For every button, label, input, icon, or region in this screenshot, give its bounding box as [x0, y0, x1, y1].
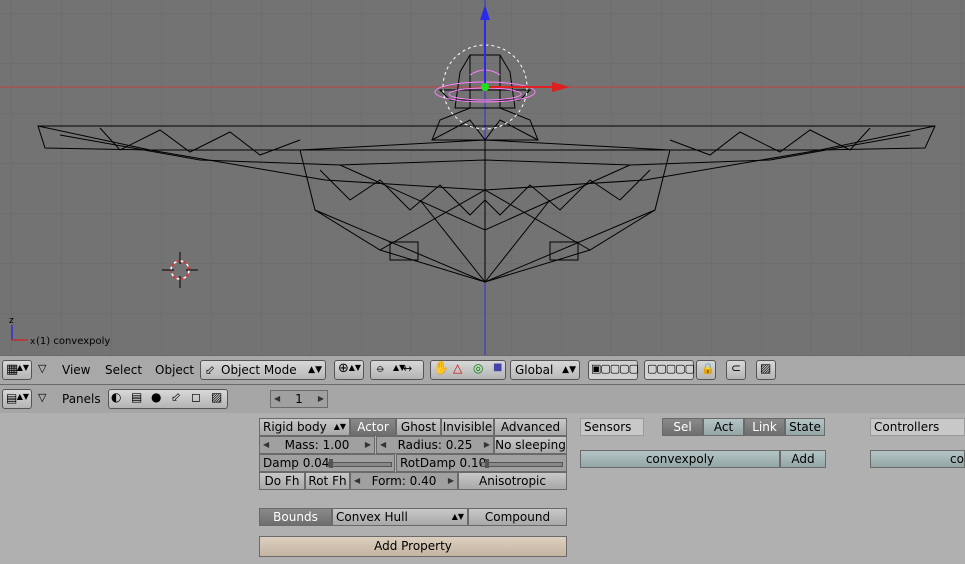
viewport-canvas: z x: [0, 0, 965, 355]
no-sleeping-toggle[interactable]: No sleeping: [494, 436, 567, 454]
lock-layers-button[interactable]: 🔒: [696, 360, 716, 380]
sensors-sel-toggle[interactable]: Sel: [662, 418, 703, 436]
manipulator-group[interactable]: ✋ △ ◎ ■: [430, 360, 506, 380]
buttons-editor-type-button[interactable]: ▤ ▲▼: [2, 389, 32, 409]
add-property-button[interactable]: Add Property: [259, 536, 567, 557]
buttons-window-icon: ▤: [6, 391, 18, 405]
lock-icon: 🔒: [701, 362, 715, 375]
physics-type-value: Rigid body: [263, 420, 327, 434]
3d-viewport[interactable]: z x (1) convexpoly: [0, 0, 965, 355]
snap-align-icon: ↔: [403, 362, 413, 375]
sensors-link-toggle[interactable]: Link: [744, 418, 785, 436]
collapse-menu-icon[interactable]: ▽: [38, 362, 46, 375]
translate-icon[interactable]: △: [453, 361, 462, 375]
sensors-act-toggle[interactable]: Act: [703, 418, 744, 436]
image-icon: ▨: [760, 361, 772, 375]
frame-number-field[interactable]: ◀ 1 ▶: [270, 390, 328, 408]
panels-label: Panels: [62, 392, 101, 406]
rotdamp-slider[interactable]: RotDamp 0.10: [396, 454, 567, 472]
do-fh-toggle[interactable]: Do Fh: [259, 472, 305, 490]
advanced-toggle[interactable]: Advanced: [494, 418, 567, 436]
menu-select[interactable]: Select: [105, 363, 142, 377]
menu-view[interactable]: View: [62, 363, 90, 377]
rot-fh-toggle[interactable]: Rot Fh: [305, 472, 350, 490]
viewport-header: ▦ ▲▼ ▽ View Select Object ⬃ Object Mode ▲…: [0, 355, 965, 385]
object-origin: [481, 83, 489, 91]
layer-buttons-2[interactable]: ▢▢▢▢▢: [644, 360, 695, 380]
radius-field[interactable]: ◀ Radius: 0.25 ▶: [376, 436, 494, 454]
scene-icon[interactable]: ▨: [211, 390, 222, 404]
shading-icon[interactable]: ●: [151, 390, 161, 404]
script-icon[interactable]: ▤: [131, 390, 142, 404]
bounds-toggle[interactable]: Bounds: [259, 508, 332, 526]
hand-icon[interactable]: ✋: [433, 361, 449, 376]
actor-toggle[interactable]: Actor: [350, 418, 396, 436]
controllers-label: Controllers: [870, 418, 965, 436]
damp-slider-track: [328, 462, 392, 467]
damp-slider-knob[interactable]: [329, 459, 333, 468]
rotdamp-slider-knob[interactable]: [485, 459, 489, 468]
magnet-icon: ⊂: [731, 361, 742, 375]
rotdamp-slider-track: [481, 462, 563, 467]
object-mode-icon: ⬃: [205, 363, 216, 377]
pivot-icon: ⦵: [375, 361, 386, 376]
rotate-icon[interactable]: ◎: [473, 361, 483, 375]
bounds-type-select[interactable]: Convex Hull ▲▼: [332, 508, 468, 526]
layer-buttons-1[interactable]: ▣▢▢▢▢: [588, 360, 639, 380]
mass-value: Mass: 1.00: [284, 438, 350, 452]
logic-icon[interactable]: ◐: [111, 390, 121, 404]
draw-type-button[interactable]: ⊕ ▲▼: [334, 360, 364, 380]
wireframe-sphere-icon: ⊕: [338, 361, 349, 376]
layers-grid-icon-2: ▢▢▢▢▢: [647, 362, 695, 375]
sensor-object-button[interactable]: convexpoly: [580, 450, 780, 468]
object-icon[interactable]: ⬃: [171, 390, 181, 404]
sensors-label: Sensors: [580, 418, 644, 436]
scale-icon[interactable]: ■: [493, 362, 502, 373]
menu-object[interactable]: Object: [155, 363, 194, 377]
snap-button[interactable]: ⊂: [726, 360, 746, 380]
compound-toggle[interactable]: Compound: [468, 508, 567, 526]
rotdamp-value: RotDamp 0.10: [400, 456, 487, 470]
render-preview-button[interactable]: ▨: [756, 360, 776, 380]
axis-z-label: z: [9, 316, 14, 326]
mode-select[interactable]: ⬃ Object Mode ▲▼: [200, 360, 326, 380]
orientation-select[interactable]: Global ▲▼: [510, 360, 580, 380]
form-value: Form: 0.40: [371, 474, 437, 488]
mass-field[interactable]: ◀ Mass: 1.00 ▶: [259, 436, 375, 454]
editor-type-button[interactable]: ▦ ▲▼: [2, 360, 32, 380]
buttons-header: ▤ ▲▼ ▽ Panels ◐ ▤ ● ⬃ ◻ ▨ ◀ 1 ▶: [0, 384, 965, 413]
form-field[interactable]: ◀ Form: 0.40 ▶: [350, 472, 458, 490]
sensors-state-toggle[interactable]: State: [785, 418, 825, 436]
object-name-label: (1) convexpoly: [36, 336, 111, 347]
context-buttons[interactable]: ◐ ▤ ● ⬃ ◻ ▨: [108, 389, 228, 409]
frame-number-value: 1: [295, 392, 303, 406]
logic-panel: Rigid body ▲▼ Actor Ghost Invisible Adva…: [0, 413, 965, 564]
bounds-type-value: Convex Hull: [336, 510, 408, 524]
orientation-value: Global: [515, 363, 554, 377]
damp-value: Damp 0.04: [263, 456, 330, 470]
sensor-add-button[interactable]: Add: [780, 450, 826, 468]
invisible-toggle[interactable]: Invisible: [441, 418, 494, 436]
editing-icon[interactable]: ◻: [191, 390, 201, 404]
collapse-menu-icon-2[interactable]: ▽: [38, 391, 46, 404]
pivot-button[interactable]: ⦵ ▲▼ ↔: [370, 360, 424, 380]
radius-value: Radius: 0.25: [397, 438, 473, 452]
anisotropic-toggle[interactable]: Anisotropic: [458, 472, 567, 490]
ghost-toggle[interactable]: Ghost: [396, 418, 441, 436]
damp-slider[interactable]: Damp 0.04: [259, 454, 395, 472]
mode-value: Object Mode: [221, 363, 297, 377]
layers-grid-icon: ▣▢▢▢▢: [591, 362, 639, 375]
physics-type-select[interactable]: Rigid body ▲▼: [259, 418, 350, 436]
controller-object-button[interactable]: co: [870, 450, 965, 468]
